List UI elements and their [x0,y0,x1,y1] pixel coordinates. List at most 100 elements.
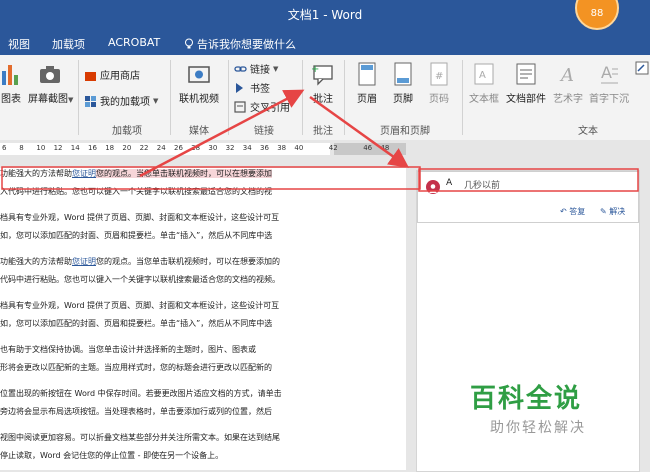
footer-label: 页脚 [393,94,413,105]
ruler-tick: 8 [19,144,24,152]
dropcap-button[interactable]: A 首字下沉 [588,61,630,105]
screenshot-button[interactable]: 屏幕截图▼ [28,61,74,105]
new-comment-button[interactable]: + 批注 [308,61,338,105]
group-label-links: 链接 [254,126,274,137]
link-button[interactable]: 链接 ▼ [234,61,278,76]
tab-addins[interactable]: 加载项 [52,36,85,52]
comment-time: 几秒以前 [464,181,501,191]
text-run: 代码中进行粘贴。您也可以键入一个关键字以联机搜索最适合您的文档的视频。 [0,275,280,284]
footer-icon [394,62,412,86]
online-video-button[interactable]: 联机视频 [176,61,222,105]
text-run: 入代码中进行粘贴。您也可以键入一个关键字以联机搜索最适合您的文档的视 [0,187,272,196]
document-line[interactable]: 位置出现的新按钮在 Word 中保存时间。若要更改图片适应文档的方式，请单击 [0,386,282,402]
footer-button[interactable]: 页脚 [388,61,418,105]
divider [228,60,229,135]
document-line[interactable]: 也有助于文档保持协调。当您单击设计并选择新的主题时，图片、图表或 [0,342,256,358]
header-label: 页眉 [357,94,377,105]
divider [462,60,463,135]
ruler-tick: 42 [328,144,338,152]
chevron-down-icon: ▼ [68,96,74,104]
textbox-button[interactable]: A 文本框 [466,61,502,105]
lightbulb-icon [185,38,193,49]
divider [170,60,171,135]
ruler-tick: 48 [380,144,390,152]
ruler-tick: 40 [294,144,304,152]
document-line[interactable]: 档具有专业外观，Word 提供了页眉、页脚、封面和文本框设计，这些设计可互 [0,298,279,314]
signature-icon [635,61,649,75]
crossref-button[interactable]: 交叉引用 [234,99,290,114]
resolve-button[interactable]: ✎ 解决 [600,206,625,217]
watermark-subtitle: 助你轻松解决 [490,420,586,436]
comment-label: 批注 [313,94,333,105]
document-line[interactable]: 代码中进行粘贴。您也可以键入一个关键字以联机搜索最适合您的文档的视频。 [0,272,280,288]
wordart-icon: A [559,65,574,86]
document-line[interactable]: 停止读取，Word 会记住您的停止位置 - 即使在另一个设备上。 [0,448,223,464]
store-icon [85,71,96,81]
user-avatar-icon [426,180,440,194]
document-line[interactable]: 形将会更改以匹配新的主题。当应用样式时，您的标题会进行更改以匹配新的 [0,360,272,376]
document-line[interactable]: 如，您可以添加匹配的封面、页眉和提要栏。单击“插入”，然后从不同库中选 [0,316,272,332]
signature-button[interactable] [634,61,650,78]
ruler-tick: 32 [225,144,235,152]
svg-text:A: A [559,65,574,86]
watermark-title: 百科全说 [470,384,583,414]
avatar-badge[interactable]: 88 [575,0,619,30]
tab-acrobat[interactable]: ACROBAT [108,36,160,49]
document-line[interactable]: 档具有专业外观，Word 提供了页眉、页脚、封面和文本框设计，这些设计可互 [0,210,279,226]
group-label-header-footer: 页眉和页脚 [380,126,430,137]
link-label: 链接 [250,65,270,76]
document-line[interactable]: 如，您可以添加匹配的封面、页眉和提要栏。单击“插入”，然后从不同库中选 [0,228,272,244]
text-run: 形将会更改以匹配新的主题。当应用 [0,363,128,372]
group-label-text: 文本 [578,126,598,137]
text-run: 如，您可以添加匹配的封面、页眉和提要栏。单击“插入”，然后从不同库中选 [0,319,273,328]
text-run: 您的观点。当您单击联机视频时，可以在想要添加的 [96,257,280,266]
divider [302,60,303,135]
bookmark-button[interactable]: 书签 [234,80,270,95]
document-line[interactable]: 功能强大的方法帮助您证明您的观点。当您单击联机视频时，可以在想要添加的 [0,254,280,270]
tab-view[interactable]: 视图 [8,36,30,52]
window-title: 文档1 - Word [287,8,363,22]
group-label-comments: 批注 [313,126,333,137]
reply-button[interactable]: ↶ 答复 [560,206,585,217]
text-run: 您证明 [72,257,96,266]
textbox-icon: A [474,63,494,85]
document-line[interactable]: 旁边将会显示布局选项按钮。当处理表格时，单击要添加行或列的位置，然后 [0,404,272,420]
header-button[interactable]: 页眉 [352,61,382,105]
video-icon [188,66,210,83]
ruler-tick: 16 [88,144,97,152]
crossref-icon [234,100,246,113]
horizontal-ruler[interactable]: 6 8 10 12 14 16 18 20 22 24 26 28 30 32 34 36 38 40 42 46 48 [0,140,650,159]
title-bar: 文档1 - Word 88 [0,0,650,30]
online-video-label: 联机视频 [179,94,219,105]
ruler-tick: 28 [191,144,201,152]
my-addins-button[interactable]: 我的加载项 ▼ [84,93,158,108]
ruler-tick: 30 [208,144,218,152]
tell-me-search[interactable]: 告诉我你想要做什么 [184,36,296,52]
tell-me-label: 告诉我你想要做什么 [197,38,296,51]
ruler-tick: 20 [122,144,132,152]
document-line[interactable]: 入代码中进行粘贴。您也可以键入一个关键字以联机搜索最适合您的文档的视 [0,184,272,200]
page-number-icon: # [430,62,448,86]
divider [78,60,79,135]
quickparts-button[interactable]: 文档部件 [504,61,548,105]
svg-text:+: + [311,64,319,75]
page-number-button[interactable]: # 页码 [424,61,454,105]
document-page[interactable]: 功能强大的方法帮助您证明您的观点。当您单击联机视频时，可以在想要添加入代码中进行… [0,168,406,470]
svg-text:A: A [601,63,612,82]
text-run: 旁边将会显示布局选项按钮。当处理表格时，单击要添加行或列的位置，然后 [0,407,272,416]
dropcap-icon: A [601,63,618,84]
chart-icon [2,65,18,85]
comment-card[interactable]: A 几秒以前 ↶ 答复 ✎ 解决 [417,171,639,223]
chart-label: 图表 [1,94,21,105]
ruler-tick: 36 [260,144,269,152]
text-run: 您证明 [72,169,96,178]
ribbon: 图表 屏幕截图▼ 应用商店 我的加载项 ▼ 加载项 联机视频 媒体 链接 ▼ 书… [0,55,650,141]
chart-button[interactable]: 图表 [0,61,22,105]
wordart-button[interactable]: A 艺术字 [550,61,586,105]
ribbon-tabs: 视图 加载项 ACROBAT 告诉我你想要做什么 [0,30,650,55]
badge-count: 88 [590,8,604,19]
ruler-tick: 10 [36,144,46,152]
document-line[interactable]: 视图中阅读更加容易。可以折叠文档某些部分并关注所需文本。如果在达到结尾 [0,430,280,446]
store-button[interactable]: 应用商店 [84,67,140,82]
document-line[interactable]: 功能强大的方法帮助您证明您的观点。当您单击联机视频时，可以在想要添加 [0,166,272,182]
